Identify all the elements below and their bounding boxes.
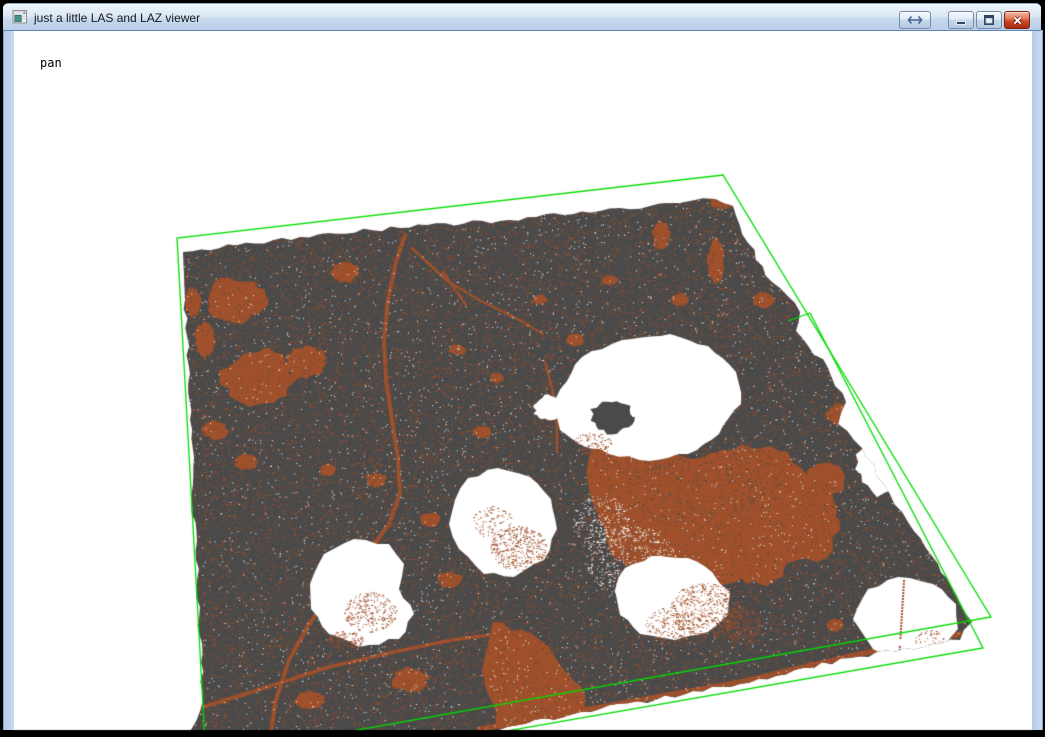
application-icon[interactable]	[12, 9, 28, 25]
minimize-button[interactable]	[948, 11, 974, 29]
close-icon	[1011, 15, 1024, 26]
screen: pan just a little LAS and LAZ viewer	[0, 0, 1045, 737]
minimize-icon	[955, 14, 967, 26]
maximize-icon	[983, 14, 995, 26]
window-border-left[interactable]	[3, 30, 14, 730]
window-border-right[interactable]	[1032, 30, 1043, 730]
window-title: just a little LAS and LAZ viewer	[34, 10, 200, 25]
window-controls	[899, 11, 1030, 29]
point-cloud-viewport[interactable]	[0, 0, 1045, 737]
resize-toggle-button[interactable]	[899, 11, 931, 29]
pan-mode-label: pan	[40, 56, 62, 70]
maximize-button[interactable]	[976, 11, 1002, 29]
double-arrow-icon	[907, 15, 923, 25]
title-bar[interactable]: just a little LAS and LAZ viewer	[3, 3, 1041, 31]
close-button[interactable]	[1004, 11, 1030, 29]
